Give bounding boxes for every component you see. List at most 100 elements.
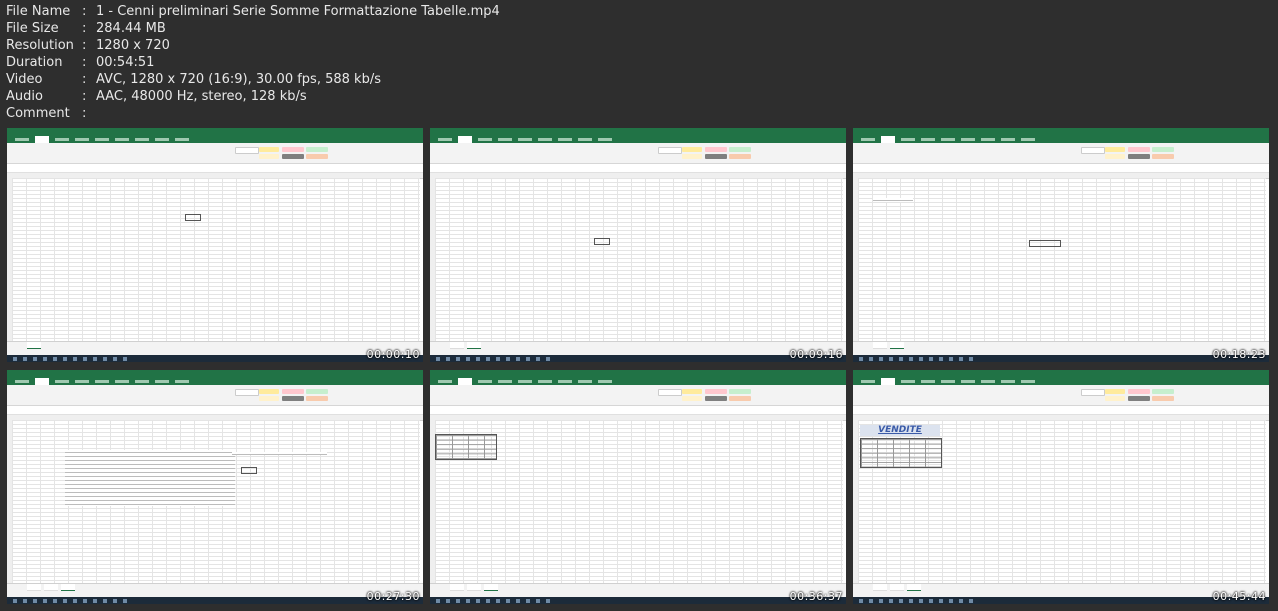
- taskbar-app-icon: [113, 357, 117, 361]
- sheet-title: VENDITE: [860, 425, 940, 436]
- taskbar-app-icon: [859, 599, 863, 603]
- taskbar-app-icon: [959, 357, 963, 361]
- data-table-block: [435, 434, 497, 460]
- taskbar-app-icon: [93, 357, 97, 361]
- windows-taskbar: [430, 355, 846, 362]
- taskbar-app-icon: [123, 357, 127, 361]
- taskbar-app-icon: [63, 357, 67, 361]
- taskbar-app-icon: [113, 599, 117, 603]
- taskbar-app-icon: [526, 599, 530, 603]
- ribbon-tabs: [430, 378, 846, 385]
- taskbar-app-icon: [53, 599, 57, 603]
- ribbon-tabs: [7, 136, 423, 143]
- taskbar-app-icon: [33, 599, 37, 603]
- windows-taskbar: [853, 355, 1269, 362]
- formula-bar: [430, 406, 846, 415]
- taskbar-app-icon: [526, 357, 530, 361]
- taskbar-app-icon: [899, 599, 903, 603]
- ribbon-toolbar: [853, 385, 1269, 406]
- ribbon-toolbar: [7, 143, 423, 164]
- taskbar-app-icon: [103, 357, 107, 361]
- taskbar-app-icon: [23, 599, 27, 603]
- worksheet-grid: [858, 178, 1266, 342]
- taskbar-app-icon: [909, 599, 913, 603]
- info-row-resolution: Resolution:1280 x 720: [6, 38, 170, 53]
- windows-taskbar: [853, 597, 1269, 604]
- taskbar-app-icon: [73, 599, 77, 603]
- ribbon-tabs: [853, 136, 1269, 143]
- taskbar-app-icon: [496, 599, 500, 603]
- timestamp: 00:00:10: [366, 348, 420, 361]
- info-row-video: Video: AVC, 1280 x 720 (16:9), 30.00 fps,…: [6, 72, 381, 87]
- taskbar-app-icon: [536, 357, 540, 361]
- ribbon-toolbar: [430, 143, 846, 164]
- info-row-file-name: File Name:1 - Cenni preliminari Serie So…: [6, 4, 500, 19]
- taskbar-app-icon: [103, 599, 107, 603]
- windows-taskbar: [7, 597, 423, 604]
- taskbar-app-icon: [859, 357, 863, 361]
- selected-cell: [594, 238, 610, 245]
- taskbar-app-icon: [53, 357, 57, 361]
- ribbon-toolbar: [7, 385, 423, 406]
- taskbar-app-icon: [73, 357, 77, 361]
- excel-title-bar: [430, 128, 846, 136]
- taskbar-app-icon: [446, 599, 450, 603]
- taskbar-app-icon: [949, 599, 953, 603]
- video-thumbnail: 00:36:37: [430, 370, 846, 604]
- excel-title-bar: [7, 128, 423, 136]
- taskbar-app-icon: [486, 599, 490, 603]
- ribbon-tabs: [7, 378, 423, 385]
- taskbar-app-icon: [93, 599, 97, 603]
- taskbar-app-icon: [889, 357, 893, 361]
- taskbar-app-icon: [43, 357, 47, 361]
- taskbar-app-icon: [33, 357, 37, 361]
- taskbar-app-icon: [476, 599, 480, 603]
- taskbar-app-icon: [929, 357, 933, 361]
- excel-title-bar: [430, 370, 846, 378]
- ribbon-tabs: [430, 136, 846, 143]
- sheet-tabs: [7, 341, 423, 350]
- ribbon-tabs: [853, 378, 1269, 385]
- taskbar-app-icon: [83, 357, 87, 361]
- taskbar-app-icon: [889, 599, 893, 603]
- taskbar-app-icon: [909, 357, 913, 361]
- taskbar-app-icon: [516, 599, 520, 603]
- sheet-tabs: [430, 583, 846, 592]
- taskbar-app-icon: [929, 599, 933, 603]
- selected-cell: [185, 214, 201, 221]
- formula-bar: [7, 164, 423, 173]
- taskbar-app-icon: [23, 357, 27, 361]
- taskbar-app-icon: [919, 599, 923, 603]
- selected-cell: [241, 467, 257, 474]
- taskbar-app-icon: [43, 599, 47, 603]
- cell-text-block: [873, 198, 913, 202]
- sheet-tabs: [853, 341, 1269, 350]
- taskbar-app-icon: [456, 599, 460, 603]
- selected-cell: [1029, 240, 1061, 247]
- timestamp: 00:27:30: [366, 590, 420, 603]
- formula-bar: [7, 406, 423, 415]
- taskbar-app-icon: [506, 599, 510, 603]
- taskbar-app-icon: [506, 357, 510, 361]
- taskbar-app-icon: [959, 599, 963, 603]
- taskbar-app-icon: [536, 599, 540, 603]
- excel-title-bar: [853, 128, 1269, 136]
- taskbar-app-icon: [446, 357, 450, 361]
- info-row-audio: Audio: AAC, 48000 Hz, stereo, 128 kb/s: [6, 89, 307, 104]
- taskbar-app-icon: [436, 599, 440, 603]
- taskbar-app-icon: [123, 599, 127, 603]
- taskbar-app-icon: [546, 357, 550, 361]
- windows-taskbar: [7, 355, 423, 362]
- taskbar-app-icon: [63, 599, 67, 603]
- video-thumbnail: 00:27:30: [7, 370, 423, 604]
- taskbar-app-icon: [466, 599, 470, 603]
- taskbar-app-icon: [969, 599, 973, 603]
- info-row-comment: Comment:: [6, 106, 87, 121]
- excel-title-bar: [7, 370, 423, 378]
- taskbar-app-icon: [516, 357, 520, 361]
- taskbar-app-icon: [13, 357, 17, 361]
- taskbar-app-icon: [466, 357, 470, 361]
- taskbar-app-icon: [869, 357, 873, 361]
- taskbar-app-icon: [436, 357, 440, 361]
- file-info-panel: File Name:1 - Cenni preliminari Serie So…: [6, 3, 500, 122]
